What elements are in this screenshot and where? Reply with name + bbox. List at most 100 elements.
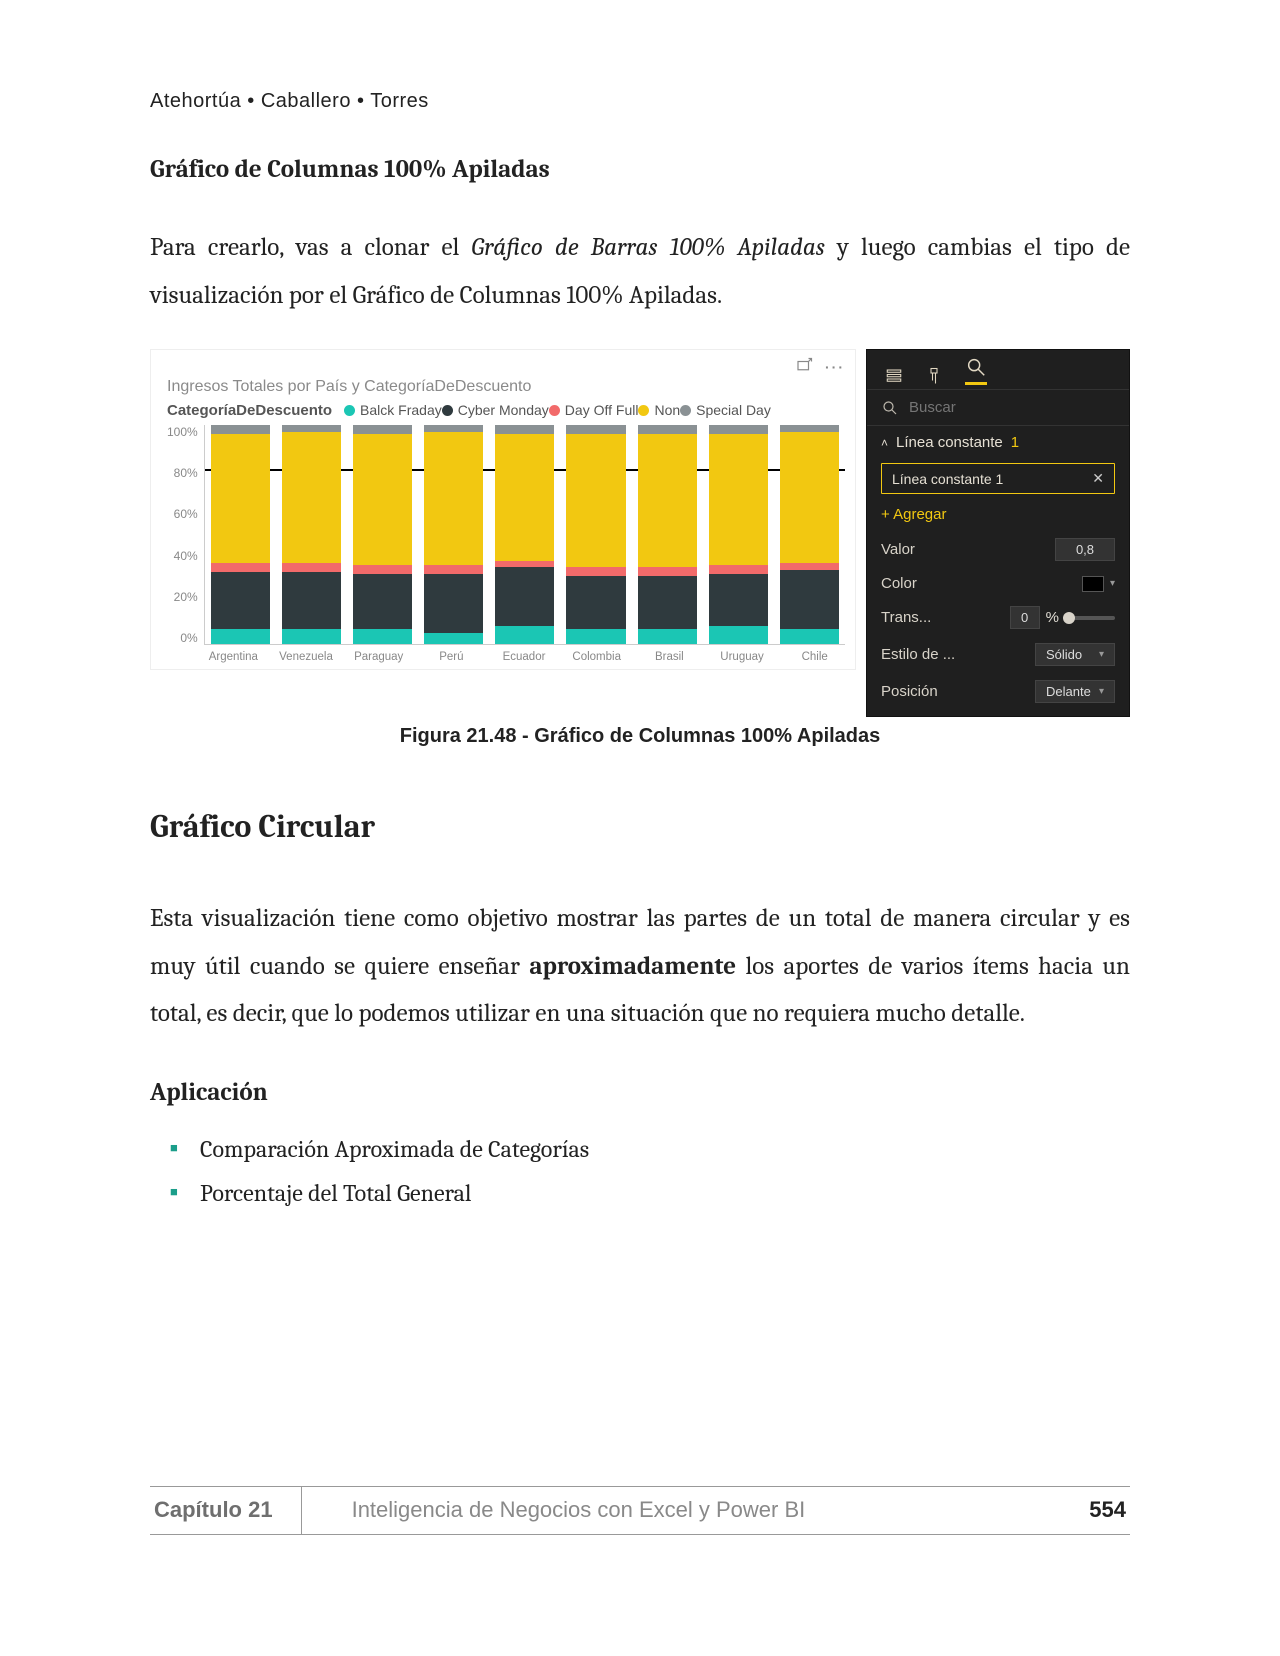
paragraph-1: Para crearlo, vas a clonar el Gráfico de… xyxy=(150,224,1130,319)
add-line-button[interactable]: + Agregar xyxy=(867,498,1129,531)
application-list: Comparación Aproximada de CategoríasPorc… xyxy=(150,1127,1130,1216)
legend-text: Non xyxy=(654,402,680,418)
footer-page-number: 554 xyxy=(1089,1487,1130,1534)
valor-label: Valor xyxy=(881,541,915,558)
color-picker[interactable] xyxy=(1082,576,1104,592)
bar-segment xyxy=(353,629,412,644)
bar-segment xyxy=(211,425,270,434)
chart-legend: CategoríaDeDescuento Balck FradayCyber M… xyxy=(167,402,845,419)
stacked-bar[interactable] xyxy=(638,425,697,644)
transparency-slider[interactable] xyxy=(1065,616,1115,620)
row-transparency: Trans... 0 % xyxy=(867,599,1129,636)
row-color: Color ▾ xyxy=(867,568,1129,599)
y-tick-label: 80% xyxy=(174,466,198,480)
row-posicion: Posición Delante ▾ xyxy=(867,673,1129,710)
x-tick-label: Chile xyxy=(784,651,845,663)
bar-segment xyxy=(495,434,554,561)
transparency-input[interactable]: 0 xyxy=(1010,606,1040,629)
bar-segment xyxy=(638,425,697,434)
bar-segment xyxy=(424,633,483,644)
bar-segment xyxy=(709,565,768,574)
bar-segment xyxy=(353,425,412,434)
legend-swatch xyxy=(638,405,649,416)
selected-constant-line[interactable]: Línea constante 1 ✕ xyxy=(881,463,1115,494)
pane-search[interactable] xyxy=(867,390,1129,426)
x-axis: ArgentinaVenezuelaParaguayPerúEcuadorCol… xyxy=(167,651,845,663)
legend-swatch xyxy=(549,405,560,416)
para1-part-a: Para crearlo, vas a clonar el xyxy=(150,233,471,262)
heading-stacked-columns: Gráfico de Columnas 100% Apiladas xyxy=(150,155,1130,184)
x-tick-label: Colombia xyxy=(566,651,627,663)
bar-segment xyxy=(282,629,341,644)
bar-segment xyxy=(424,574,483,633)
chart-card[interactable]: ··· Ingresos Totales por País y Categorí… xyxy=(150,349,856,670)
y-axis: 100% 80% 60% 40% 20% 0% xyxy=(167,425,204,645)
y-tick-label: 0% xyxy=(180,631,197,645)
search-input[interactable] xyxy=(907,398,1110,417)
legend-swatch xyxy=(442,405,453,416)
export-icon[interactable] xyxy=(795,357,813,378)
posicion-label: Posición xyxy=(881,683,938,700)
legend-item[interactable]: Cyber Monday xyxy=(442,402,549,418)
bar-segment xyxy=(211,629,270,644)
authors-line: Atehortúa • Caballero • Torres xyxy=(150,90,1130,113)
x-tick-label: Venezuela xyxy=(276,651,337,663)
figure-caption: Figura 21.48 - Gráfico de Columnas 100% … xyxy=(150,725,1130,748)
bar-segment xyxy=(353,574,412,629)
close-icon[interactable]: ✕ xyxy=(1092,470,1104,487)
bar-segment xyxy=(495,425,554,434)
search-icon xyxy=(881,399,899,417)
stacked-bar[interactable] xyxy=(495,425,554,644)
stacked-bar[interactable] xyxy=(566,425,625,644)
stacked-bar[interactable] xyxy=(424,425,483,644)
analytics-pane: ˄ Línea constante 1 Línea constante 1 ✕ … xyxy=(866,349,1130,717)
stacked-bar[interactable] xyxy=(709,425,768,644)
bar-segment xyxy=(353,565,412,574)
bar-segment xyxy=(566,576,625,629)
y-tick-label: 60% xyxy=(174,507,198,521)
list-item: Comparación Aproximada de Categorías xyxy=(200,1127,1130,1171)
x-tick-label: Paraguay xyxy=(348,651,409,663)
stacked-bar[interactable] xyxy=(211,425,270,644)
legend-item[interactable]: Non xyxy=(638,402,680,418)
bar-segment xyxy=(566,629,625,644)
more-options-icon[interactable]: ··· xyxy=(825,359,845,375)
chevron-down-icon[interactable]: ▾ xyxy=(1110,578,1115,589)
estilo-dropdown[interactable]: Sólido ▾ xyxy=(1035,643,1115,666)
bars-area xyxy=(204,425,845,645)
posicion-dropdown[interactable]: Delante ▾ xyxy=(1035,680,1115,703)
row-valor: Valor 0,8 xyxy=(867,531,1129,568)
fields-tab-icon[interactable] xyxy=(885,367,903,385)
chart-title: Ingresos Totales por País y CategoríaDeD… xyxy=(167,378,845,396)
analytics-tab-icon[interactable] xyxy=(965,356,987,385)
constant-line-section-header[interactable]: ˄ Línea constante 1 xyxy=(867,426,1129,459)
stacked-bar[interactable] xyxy=(353,425,412,644)
y-tick-label: 100% xyxy=(167,425,198,439)
legend-item[interactable]: Balck Fraday xyxy=(344,402,442,418)
transparency-unit: % xyxy=(1046,609,1059,626)
bar-segment xyxy=(709,434,768,565)
bar-segment xyxy=(211,434,270,563)
legend-text: Cyber Monday xyxy=(458,402,549,418)
stacked-bar[interactable] xyxy=(780,425,839,644)
bar-segment xyxy=(211,563,270,572)
bar-segment xyxy=(780,432,839,563)
color-label: Color xyxy=(881,575,917,592)
x-tick-label: Brasil xyxy=(639,651,700,663)
pane-tabs xyxy=(867,350,1129,390)
valor-input[interactable]: 0,8 xyxy=(1055,538,1115,561)
legend-item[interactable]: Special Day xyxy=(680,402,771,418)
legend-item[interactable]: Day Off Full xyxy=(549,402,639,418)
figure-wrapper: ··· Ingresos Totales por País y Categorí… xyxy=(150,349,1130,717)
legend-text: Special Day xyxy=(696,402,771,418)
bar-segment xyxy=(566,567,625,576)
y-tick-label: 20% xyxy=(174,590,198,604)
posicion-value: Delante xyxy=(1046,684,1091,699)
bar-segment xyxy=(566,434,625,568)
transparency-label: Trans... xyxy=(881,609,931,626)
stacked-bar[interactable] xyxy=(282,425,341,644)
y-tick-label: 40% xyxy=(174,549,198,563)
x-tick-label: Ecuador xyxy=(494,651,555,663)
format-tab-icon[interactable] xyxy=(925,367,943,385)
legend-text: Balck Fraday xyxy=(360,402,442,418)
